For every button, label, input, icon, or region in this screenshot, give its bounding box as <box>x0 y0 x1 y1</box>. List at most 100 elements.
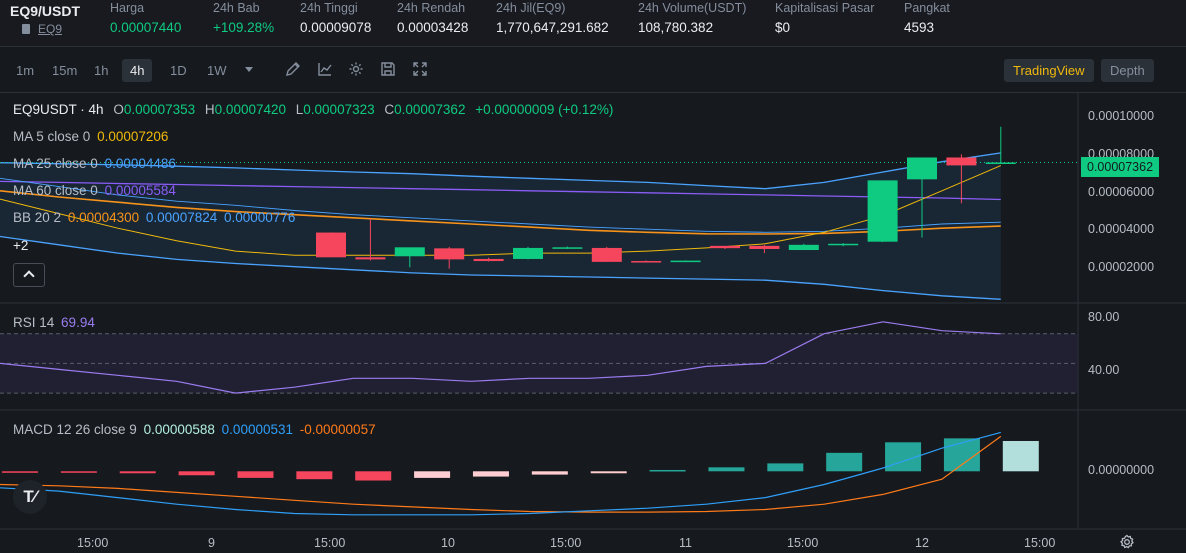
chart-canvas[interactable] <box>0 92 1186 553</box>
rsi-axis-label: 80.00 <box>1088 310 1120 324</box>
time-axis-label: 15:00 <box>1024 536 1056 550</box>
ma25-label: MA 25 close 0 <box>13 156 98 171</box>
macd-value: 0.00000588 <box>143 422 215 437</box>
timeframe-15m[interactable]: 15m <box>52 63 77 78</box>
time-axis-label: 9 <box>208 536 215 550</box>
depth-button[interactable]: Depth <box>1101 59 1154 82</box>
stat-3: 24h Rendah 0.00003428 <box>397 0 468 36</box>
stat-label: Pangkat <box>904 1 950 15</box>
candle-body <box>631 261 662 263</box>
ma25-legend: MA 25 close 0 0.00004486 <box>13 156 176 171</box>
candle-body <box>473 258 504 262</box>
ohlc-legend: EQ9USDT · 4h O0.00007353 H0.00007420 L0.… <box>13 102 613 117</box>
open-label: O <box>113 102 124 117</box>
candle-body <box>434 248 465 260</box>
pencil-icon[interactable] <box>285 61 301 77</box>
macd-histogram-bar <box>708 467 745 472</box>
fullscreen-icon[interactable] <box>412 61 428 77</box>
chart-area[interactable]: EQ9USDT · 4h O0.00007353 H0.00007420 L0.… <box>0 92 1186 553</box>
timeframe-1D[interactable]: 1D <box>170 63 187 78</box>
save-icon[interactable] <box>380 61 396 77</box>
time-axis-label: 15:00 <box>787 536 819 550</box>
rsi-legend: RSI 14 69.94 <box>13 315 95 330</box>
ma5-label: MA 5 close 0 <box>13 129 91 144</box>
macd-signal-value: 0.00000531 <box>221 422 293 437</box>
macd-histogram-bar <box>296 471 333 480</box>
stat-value: 1,770,647,291.682 <box>496 20 609 35</box>
macd-histogram-bar <box>355 471 392 481</box>
collapse-legend-button[interactable] <box>13 263 45 287</box>
pair-title[interactable]: EQ9/USDT <box>10 3 80 19</box>
bb-legend: BB 20 2 0.00004300 0.00007824 0.00000776 <box>13 210 295 225</box>
chart-settings-gear-icon[interactable] <box>1119 534 1137 552</box>
macd-histogram-bar <box>1002 440 1039 472</box>
candle-body <box>907 157 937 180</box>
stat-label: 24h Jil(EQ9) <box>496 1 566 15</box>
ma60-label: MA 60 close 0 <box>13 183 98 198</box>
chart-toolbar: 1m 15m 1h 4h 1D 1W TradingView Depth <box>0 47 1186 93</box>
candle-body <box>591 247 622 262</box>
stat-5: 24h Volume(USDT) 108,780.382 <box>638 0 746 36</box>
gear-icon[interactable] <box>348 61 364 77</box>
candle-body <box>749 245 780 249</box>
coin-info-link[interactable]: EQ9 <box>22 22 62 36</box>
stat-1: 24h Bab +109.28% <box>213 0 274 36</box>
macd-histogram-bar <box>767 463 804 472</box>
candle-body <box>670 260 701 263</box>
candle-body <box>513 247 543 259</box>
stat-label: 24h Tinggi <box>300 1 358 15</box>
stat-value: 0.00009078 <box>300 20 372 35</box>
book-icon <box>22 24 30 34</box>
time-axis-label: 12 <box>915 536 929 550</box>
macd-histogram-bar <box>590 471 627 474</box>
bb-lower-value: 0.00000776 <box>224 210 296 225</box>
timeframe-1W[interactable]: 1W <box>207 63 227 78</box>
high-value: 0.00007420 <box>214 102 286 117</box>
market-header: EQ9/USDT EQ9 Harga 0.00007440 24h Bab +109.… <box>0 0 1186 47</box>
macd-histogram-bar <box>60 471 97 473</box>
stat-value: 108,780.382 <box>638 20 714 35</box>
macd-axis-label: 0.00000000 <box>1088 463 1155 477</box>
candle-body <box>355 257 386 260</box>
line-chart-icon[interactable] <box>317 61 333 77</box>
timeframe-1h[interactable]: 1h <box>94 63 108 78</box>
tradingview-logo[interactable]: T⁄ <box>13 480 47 514</box>
ma60-value: 0.00005584 <box>104 183 176 198</box>
chevron-up-icon <box>23 270 35 282</box>
more-indicators[interactable]: +2 <box>13 238 28 253</box>
candle-body <box>710 245 740 249</box>
macd-histogram-bar <box>472 471 509 477</box>
macd-histogram-bar <box>119 471 156 474</box>
high-label: H <box>204 102 215 117</box>
stat-0: Harga 0.00007440 <box>110 0 181 36</box>
timeframe-1m[interactable]: 1m <box>16 63 34 78</box>
rsi-axis-label: 40.00 <box>1088 363 1120 377</box>
stat-value: 0.00003428 <box>397 20 469 35</box>
candle-body <box>316 232 346 258</box>
macd-label: MACD 12 26 close 9 <box>13 422 137 437</box>
stat-7: Pangkat 4593 <box>904 0 950 36</box>
timeframe-4h[interactable]: 4h <box>122 59 153 82</box>
ma25-value: 0.00004486 <box>104 156 176 171</box>
time-axis-label: 15:00 <box>314 536 346 550</box>
stat-value: $0 <box>775 20 791 35</box>
candle-body <box>867 180 898 242</box>
stat-value: 0.00007440 <box>110 20 182 35</box>
timeframe-dropdown-icon[interactable] <box>241 61 257 77</box>
rsi-label: RSI 14 <box>13 315 55 330</box>
tradingview-button[interactable]: TradingView <box>1004 59 1094 82</box>
close-value: 0.00007362 <box>394 102 466 117</box>
bb-mid-value: 0.00004300 <box>67 210 140 225</box>
price-axis-label: 0.00002000 <box>1088 260 1155 274</box>
time-axis-label: 10 <box>441 536 455 550</box>
macd-histogram-bar <box>414 471 451 478</box>
change-value: +0.00000009 (+0.12%) <box>475 102 614 117</box>
ma5-value: 0.00007206 <box>97 129 169 144</box>
macd-legend: MACD 12 26 close 9 0.00000588 0.00000531… <box>13 422 376 437</box>
current-price-tag: 0.00007362 <box>1081 157 1160 177</box>
macd-histogram-bar <box>237 471 274 478</box>
candle-body <box>552 247 583 249</box>
stat-label: Harga <box>110 1 145 15</box>
open-value: 0.00007353 <box>123 102 196 117</box>
candle-body <box>985 162 1016 164</box>
